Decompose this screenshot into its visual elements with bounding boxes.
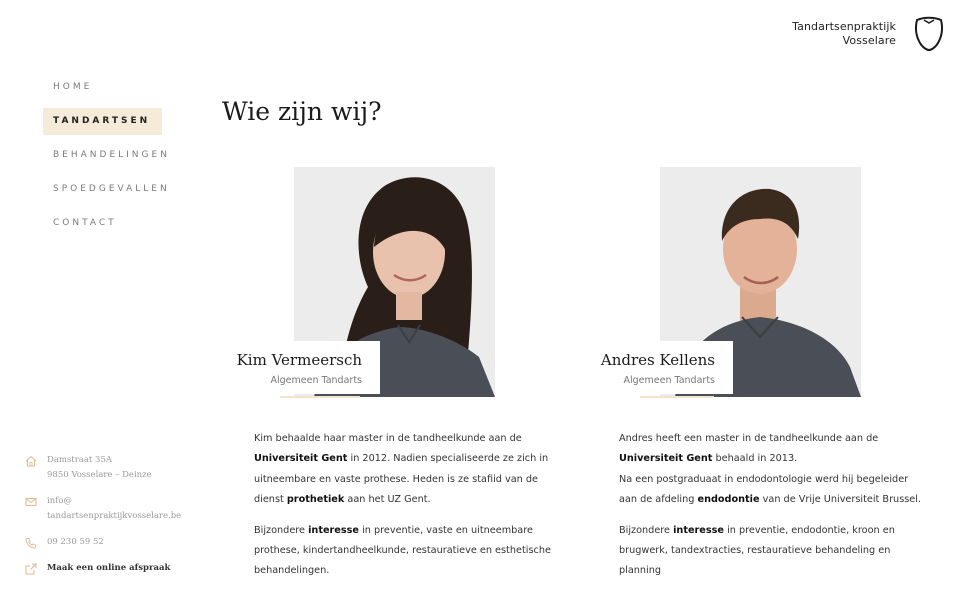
phone-icon	[25, 538, 36, 549]
bio-bold: interesse	[673, 524, 724, 536]
main-nav: HOME TANDARTSEN BEHANDELINGEN SPOEDGEVAL…	[43, 74, 173, 244]
dentist-name: Andres Kellens	[600, 351, 715, 369]
name-underline	[280, 396, 360, 398]
bio-paragraph: Andres heeft een master in de tandheelku…	[619, 429, 929, 511]
brand-name: Tandartsenpraktijk Vosselare	[792, 20, 896, 48]
email-row[interactable]: info@ tandartsenpraktijkvosselare.be	[25, 494, 215, 524]
appointment-link[interactable]: Maak een online afspraak	[25, 561, 215, 576]
email-line-1[interactable]: info@	[47, 494, 181, 509]
brand-line-1: Tandartsenpraktijk	[792, 20, 896, 33]
dentist-name-box-kim: Kim Vermeersch Algemeen Tandarts	[222, 341, 380, 394]
dentist-name-box-andres: Andres Kellens Algemeen Tandarts	[588, 341, 733, 394]
brand-line-2: Vosselare	[842, 34, 896, 47]
bio-bold: interesse	[308, 524, 359, 536]
page-title: Wie zijn wij?	[222, 97, 382, 126]
nav-item-tandartsen[interactable]: TANDARTSEN	[43, 108, 163, 135]
nav-item-contact[interactable]: CONTACT	[43, 210, 173, 237]
bio-paragraph: Bijzondere interesse in preventie, vaste…	[254, 521, 564, 582]
bio-text: Bijzondere	[254, 524, 309, 536]
address-line-1: Damstraat 35A	[47, 455, 112, 465]
bio-text: Kim behaalde haar master in de tandheelk…	[254, 433, 522, 444]
bio-paragraph: Bijzondere interesse in preventie, endod…	[619, 521, 929, 582]
email-line-2[interactable]: tandartsenpraktijkvosselare.be	[47, 509, 181, 524]
bio-text: aan het UZ Gent.	[344, 494, 431, 506]
bio-bold: prothetiek	[286, 494, 345, 506]
nav-item-behandelingen[interactable]: BEHANDELINGEN	[43, 142, 173, 169]
name-underline	[640, 396, 714, 398]
dentist-name: Kim Vermeersch	[236, 351, 362, 369]
bio-text: Bijzondere	[619, 524, 674, 536]
bio-text: Andres heeft een master in de tandheelku…	[619, 433, 879, 444]
brand[interactable]: Tandartsenpraktijk Vosselare	[792, 16, 946, 52]
bio-text: van de Vrije Universiteit Brussel.	[759, 494, 922, 506]
dentist-role: Algemeen Tandarts	[623, 375, 715, 386]
address-row: Damstraat 35A 9850 Vosselare – Deinze	[25, 453, 215, 483]
dentist-bio-andres: Andres heeft een master in de tandheelku…	[619, 429, 929, 592]
address-line-2: 9850 Vosselare – Deinze	[47, 470, 152, 480]
bio-text: behaald in 2013.	[712, 453, 798, 465]
contact-info: Damstraat 35A 9850 Vosselare – Deinze in…	[25, 453, 215, 587]
home-icon	[25, 455, 37, 467]
dentist-bio-kim: Kim behaalde haar master in de tandheelk…	[254, 429, 564, 592]
bio-bold: Universiteit Gent	[254, 453, 348, 465]
phone-number[interactable]: 09 230 59 52	[47, 535, 104, 550]
dentist-role: Algemeen Tandarts	[270, 375, 362, 386]
tooth-icon	[915, 16, 943, 52]
mail-icon	[25, 498, 37, 506]
external-link-icon	[25, 563, 37, 575]
phone-row[interactable]: 09 230 59 52	[25, 535, 215, 550]
nav-item-home[interactable]: HOME	[43, 74, 173, 101]
bio-paragraph: Kim behaalde haar master in de tandheelk…	[254, 429, 564, 511]
bio-bold: Universiteit Gent	[619, 453, 713, 465]
appointment-label[interactable]: Maak een online afspraak	[47, 561, 170, 576]
bio-bold: endodontie	[697, 494, 760, 506]
nav-item-spoedgevallen[interactable]: SPOEDGEVALLEN	[43, 176, 173, 203]
